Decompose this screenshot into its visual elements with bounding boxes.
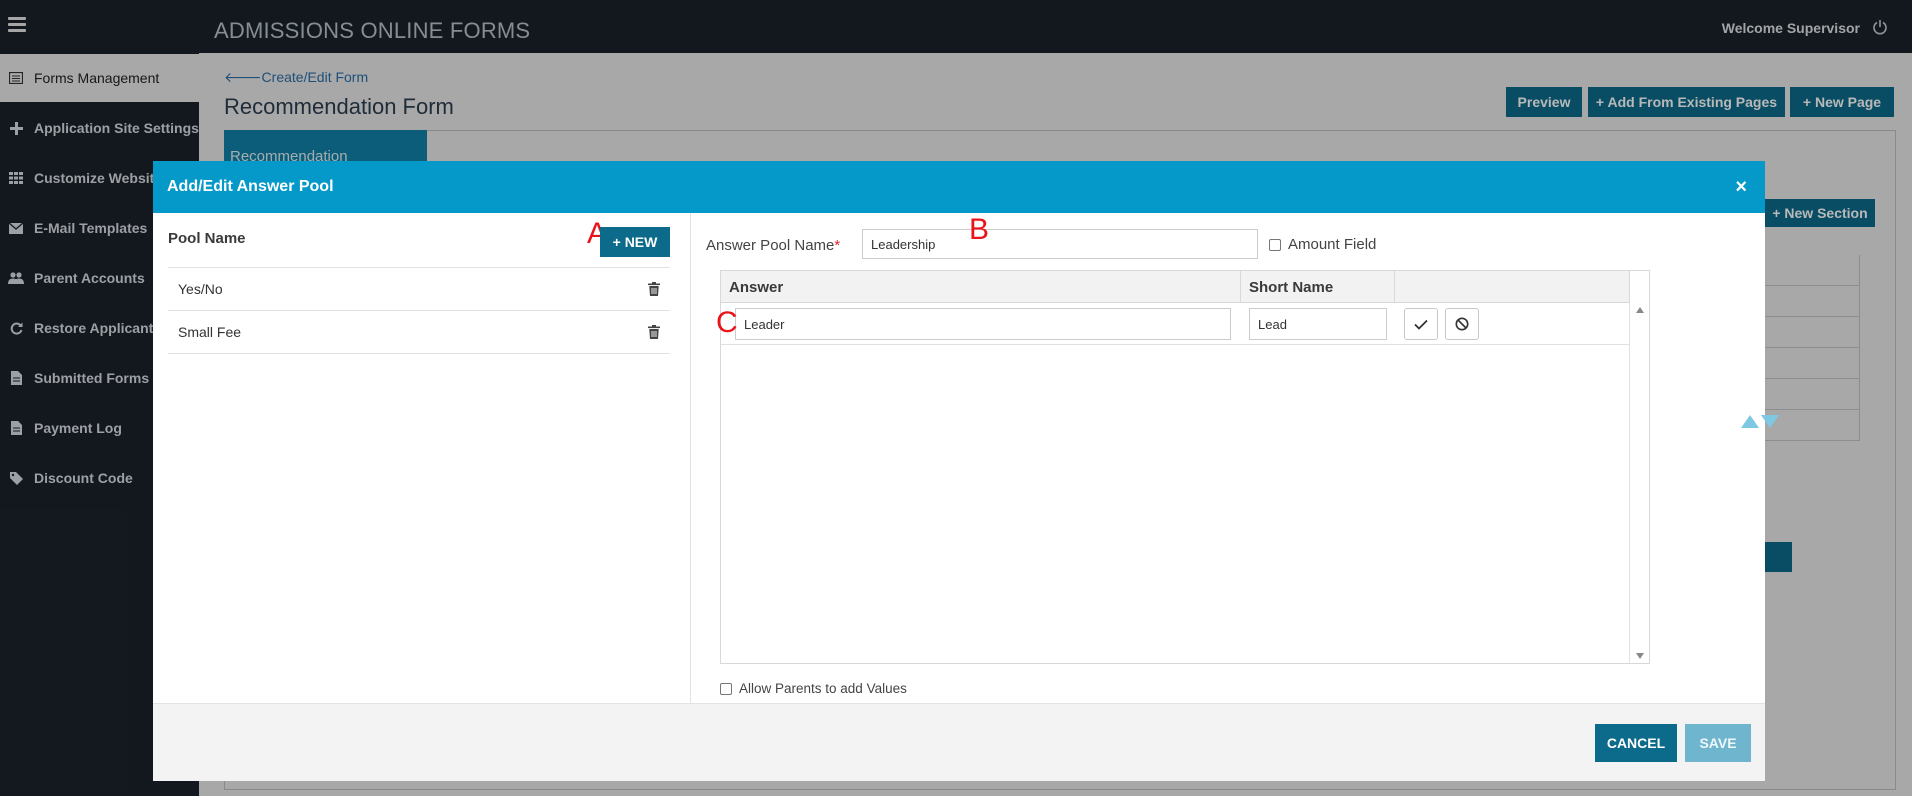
column-header-short-name: Short Name [1241,271,1395,303]
modal-title: Add/Edit Answer Pool [167,178,334,195]
move-down-icon[interactable] [1761,415,1779,428]
sort-arrows [1741,415,1779,428]
annotation-b: B [969,213,990,246]
pool-name-heading: Pool Name [168,230,246,247]
list-item[interactable]: Yes/No [168,268,670,311]
grid-header: Answer Short Name [721,271,1630,303]
annotation-c: C [716,306,738,339]
modal-header: Add/Edit Answer Pool × [153,161,1765,213]
pool-list-pane: Pool Name A + NEW Yes/No Small Fee [153,213,691,703]
ban-icon [1455,317,1469,331]
pool-item-name: Yes/No [178,281,223,297]
pool-list: Yes/No Small Fee [168,267,670,354]
scroll-down-icon[interactable] [1636,653,1644,659]
answers-grid: Answer Short Name [720,270,1650,664]
pool-editor-pane: Answer Pool Name* B Amount Field Answer … [691,213,1779,703]
allow-parents-label: Allow Parents to add Values [739,681,907,696]
column-header-answer: Answer [721,271,1241,303]
table-row [721,303,1630,345]
modal-footer: CANCEL SAVE [153,703,1765,781]
column-header-actions [1395,271,1630,303]
grid-scrollbar[interactable] [1629,303,1649,663]
list-item[interactable]: Small Fee [168,311,670,354]
trash-icon[interactable] [648,282,660,296]
pool-item-name: Small Fee [178,324,242,340]
answer-pool-name-label: Answer Pool Name* [706,237,840,254]
amount-field-checkbox[interactable]: Amount Field [1269,236,1376,253]
cancel-button[interactable]: CANCEL [1595,724,1677,762]
cancel-row-button[interactable] [1445,308,1479,340]
checkbox-icon[interactable] [720,682,732,695]
confirm-row-button[interactable] [1404,308,1438,340]
move-up-icon[interactable] [1741,415,1759,428]
amount-field-label: Amount Field [1288,236,1377,253]
answer-pool-modal: Add/Edit Answer Pool × Pool Name A + NEW… [153,161,1779,781]
scroll-up-icon[interactable] [1636,307,1644,313]
answer-input[interactable] [735,308,1231,340]
trash-icon[interactable] [648,325,660,339]
checkmark-icon [1414,319,1428,330]
save-button[interactable]: SAVE [1685,724,1751,762]
checkbox-icon[interactable] [1269,238,1281,251]
short-name-input[interactable] [1249,308,1387,340]
answer-pool-name-input[interactable] [862,229,1258,259]
allow-parents-checkbox[interactable]: Allow Parents to add Values [720,681,907,696]
answer-pool-name-text: Answer Pool Name [706,237,835,254]
required-marker: * [834,237,841,254]
new-pool-button[interactable]: + NEW [600,227,670,257]
close-icon[interactable]: × [1735,176,1747,199]
